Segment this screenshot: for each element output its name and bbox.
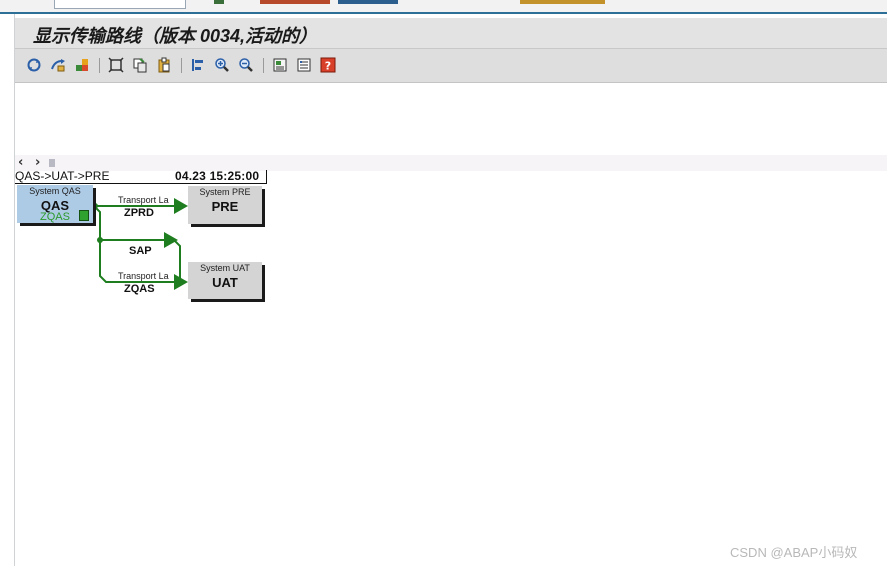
transport-target-label: ZQAS bbox=[124, 283, 155, 295]
system-box-uat[interactable]: System UAT UAT bbox=[188, 262, 262, 299]
system-id: UAT bbox=[212, 275, 238, 290]
transport-layer-label: Transport La bbox=[118, 195, 169, 205]
watermark: CSDN @ABAP小码奴 bbox=[730, 545, 858, 560]
transport-target-label: ZPRD bbox=[124, 207, 154, 219]
system-caption: System QAS bbox=[29, 186, 81, 196]
system-caption: System UAT bbox=[200, 263, 250, 273]
system-box-pre[interactable]: System PRE PRE bbox=[188, 186, 262, 224]
system-box-qas[interactable]: System QAS QAS ZQAS bbox=[17, 185, 93, 223]
system-id: PRE bbox=[211, 199, 239, 214]
transport-layer-label: Transport La bbox=[118, 271, 169, 281]
system-caption: System PRE bbox=[199, 187, 251, 197]
sap-layer-label: SAP bbox=[129, 245, 152, 257]
connection-node bbox=[97, 237, 103, 243]
lock-icon bbox=[79, 210, 89, 221]
